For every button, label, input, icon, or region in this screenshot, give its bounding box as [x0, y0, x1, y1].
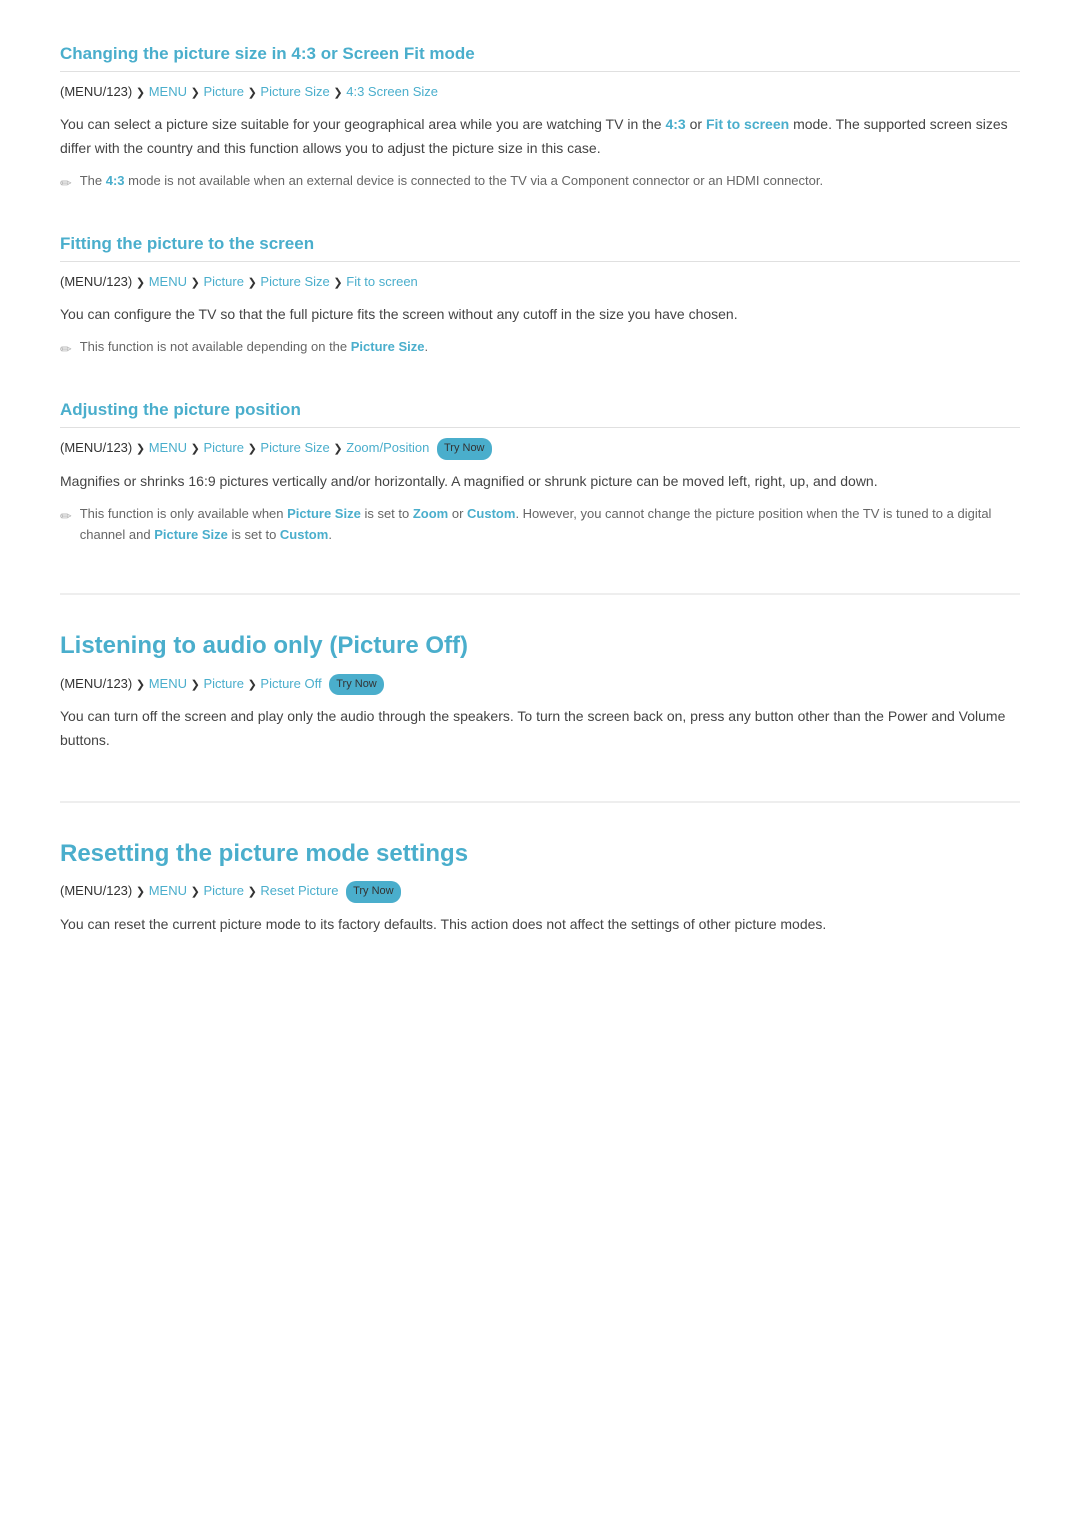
section-changing-picture-size: Changing the picture size in 4:3 or Scre… [60, 40, 1020, 194]
breadcrumb-item[interactable]: MENU [149, 84, 187, 99]
chevron-icon: ❯ [191, 444, 200, 456]
breadcrumb-item[interactable]: MENU [149, 274, 187, 289]
chevron-icon: ❯ [191, 887, 200, 899]
breadcrumb-item[interactable]: Fit to screen [346, 274, 418, 289]
highlight: Picture Size [154, 527, 228, 542]
breadcrumb-item[interactable]: Picture Size [260, 84, 329, 99]
chevron-icon: ❯ [136, 679, 145, 691]
note-text: The 4:3 mode is not available when an ex… [80, 171, 823, 192]
chevron-icon: ❯ [191, 277, 200, 289]
note-block: ✏ This function is only available when Pi… [60, 504, 1020, 546]
section-resetting-picture: Resetting the picture mode settings (MENU… [60, 801, 1020, 937]
section-adjusting-position: Adjusting the picture position (MENU/123)… [60, 396, 1020, 545]
highlight: Custom [467, 506, 515, 521]
breadcrumb-item[interactable]: Picture Size [260, 274, 329, 289]
try-now-badge[interactable]: Try Now [437, 438, 492, 460]
breadcrumb-item[interactable]: Picture Off [260, 676, 321, 691]
section-listening-audio: Listening to audio only (Picture Off) (ME… [60, 593, 1020, 753]
highlight: Custom [280, 527, 328, 542]
chevron-icon: ❯ [248, 277, 257, 289]
chevron-icon: ❯ [136, 444, 145, 456]
note-block: ✏ The 4:3 mode is not available when an e… [60, 171, 1020, 194]
try-now-badge[interactable]: Try Now [346, 881, 401, 903]
chevron-icon: ❯ [248, 887, 257, 899]
pencil-icon: ✏ [60, 505, 72, 527]
breadcrumb-item[interactable]: MENU [149, 884, 187, 899]
try-now-badge[interactable]: Try Now [329, 674, 384, 696]
chevron-icon: ❯ [136, 87, 145, 99]
chevron-icon: ❯ [191, 87, 200, 99]
breadcrumb: (MENU/123) ❯ MENU ❯ Picture ❯ Picture Of… [60, 674, 1020, 696]
breadcrumb-item[interactable]: Picture [203, 676, 243, 691]
note-text: This function is only available when Pic… [80, 504, 1020, 546]
highlight: Fit to screen [706, 116, 789, 132]
body-text: You can reset the current picture mode t… [60, 913, 1020, 937]
breadcrumb-item[interactable]: Reset Picture [260, 884, 338, 899]
section-title: Adjusting the picture position [60, 396, 1020, 428]
chevron-icon: ❯ [191, 679, 200, 691]
highlight: 4:3 [665, 116, 685, 132]
breadcrumb-item[interactable]: MENU [149, 441, 187, 456]
breadcrumb-item[interactable]: Picture Size [260, 441, 329, 456]
chevron-icon: ❯ [333, 444, 342, 456]
body-text: You can configure the TV so that the ful… [60, 303, 1020, 327]
chevron-icon: ❯ [248, 444, 257, 456]
breadcrumb: (MENU/123) ❯ MENU ❯ Picture ❯ Reset Pict… [60, 881, 1020, 903]
highlight: 4:3 [106, 173, 125, 188]
chevron-icon: ❯ [333, 277, 342, 289]
highlight: Zoom [413, 506, 448, 521]
note-block: ✏ This function is not available dependin… [60, 337, 1020, 360]
breadcrumb-prefix: (MENU/123) [60, 274, 132, 289]
body-text: You can turn off the screen and play onl… [60, 705, 1020, 753]
section-title: Changing the picture size in 4:3 or Scre… [60, 40, 1020, 72]
breadcrumb-item[interactable]: MENU [149, 676, 187, 691]
note-text: This function is not available depending… [80, 337, 428, 358]
section-title: Listening to audio only (Picture Off) [60, 627, 1020, 665]
breadcrumb-prefix: (MENU/123) [60, 884, 132, 899]
breadcrumb-item[interactable]: Zoom/Position [346, 441, 429, 456]
breadcrumb-prefix: (MENU/123) [60, 676, 132, 691]
breadcrumb-item[interactable]: Picture [203, 274, 243, 289]
section-fitting-picture: Fitting the picture to the screen (MENU/1… [60, 230, 1020, 360]
breadcrumb: (MENU/123) ❯ MENU ❯ Picture ❯ Picture Si… [60, 82, 1020, 103]
breadcrumb-item[interactable]: Picture [203, 441, 243, 456]
highlight: Picture Size [351, 339, 425, 354]
chevron-icon: ❯ [248, 87, 257, 99]
breadcrumb-item[interactable]: Picture [203, 884, 243, 899]
breadcrumb: (MENU/123) ❯ MENU ❯ Picture ❯ Picture Si… [60, 272, 1020, 293]
breadcrumb-prefix: (MENU/123) [60, 84, 132, 99]
breadcrumb-prefix: (MENU/123) [60, 441, 132, 456]
chevron-icon: ❯ [248, 679, 257, 691]
pencil-icon: ✏ [60, 338, 72, 360]
body-text: You can select a picture size suitable f… [60, 113, 1020, 161]
highlight: Picture Size [287, 506, 361, 521]
section-title: Resetting the picture mode settings [60, 835, 1020, 873]
body-text: Magnifies or shrinks 16:9 pictures verti… [60, 470, 1020, 494]
breadcrumb-item[interactable]: Picture [203, 84, 243, 99]
breadcrumb-item[interactable]: 4:3 Screen Size [346, 84, 438, 99]
chevron-icon: ❯ [136, 277, 145, 289]
breadcrumb: (MENU/123) ❯ MENU ❯ Picture ❯ Picture Si… [60, 438, 1020, 460]
pencil-icon: ✏ [60, 172, 72, 194]
chevron-icon: ❯ [333, 87, 342, 99]
section-title: Fitting the picture to the screen [60, 230, 1020, 262]
chevron-icon: ❯ [136, 887, 145, 899]
